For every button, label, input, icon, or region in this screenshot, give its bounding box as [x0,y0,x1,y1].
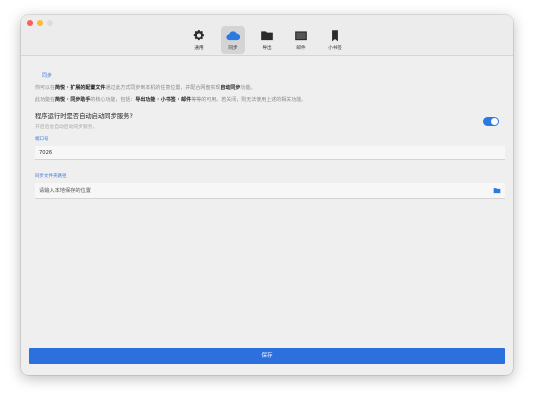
tab-sync[interactable]: 同步 [221,26,245,54]
gear-icon [193,29,204,41]
port-input[interactable]: 7026 [35,146,505,160]
minimize-window-button[interactable] [37,20,43,26]
section-title: 同步 [42,73,53,79]
tab-general[interactable]: 通用 [187,26,211,54]
autostart-toggle[interactable] [483,117,499,126]
bookmark-icon [332,30,338,42]
maximize-window-button[interactable] [47,20,53,26]
autostart-question: 程序运行时是否自动启动同步服务? [35,113,133,120]
folder-path-placeholder: 请输入本地保存的位置 [39,188,91,194]
tab-label: 通用 [194,46,204,51]
folder-path-label: 同步文件夹路径 [35,174,67,179]
port-label: 端口号 [35,137,49,142]
folder-picker-icon[interactable] [493,187,501,194]
tab-mail[interactable]: 邮件 [289,26,313,54]
autostart-hint: 开启后会自动启动同步服务。 [35,125,98,130]
close-window-button[interactable] [27,20,33,26]
save-button[interactable]: 保存 [29,348,505,364]
preference-tabs: 通用 同步 导出 邮件 小书签 [187,26,357,56]
cloud-icon [226,31,240,41]
tab-bookmarklet[interactable]: 小书签 [323,26,347,54]
folder-path-input[interactable]: 请输入本地保存的位置 [35,183,505,199]
tab-label: 邮件 [296,46,306,51]
tab-export[interactable]: 导出 [255,26,279,54]
sync-description-1: 你可以在简悦 · 扩展的配置文件通过此方式同步到本机的任意位置，并配合网盘实现自… [35,85,256,91]
titlebar: 通用 同步 导出 邮件 小书签 [21,15,513,56]
mail-icon [295,31,307,41]
folder-icon [261,31,273,41]
toggle-knob [491,118,498,125]
sync-description-2: 此功能在简悦 · 同步助手的核心功能，包括：导出功能 · 小书签 · 邮件等等的… [35,97,307,103]
settings-window: 通用 同步 导出 邮件 小书签 同步 你可以在简悦 · 扩展的配置文件通过此方式… [21,15,513,375]
tab-label: 同步 [228,46,238,51]
tab-label: 小书签 [328,46,342,51]
tab-label: 导出 [262,46,272,51]
